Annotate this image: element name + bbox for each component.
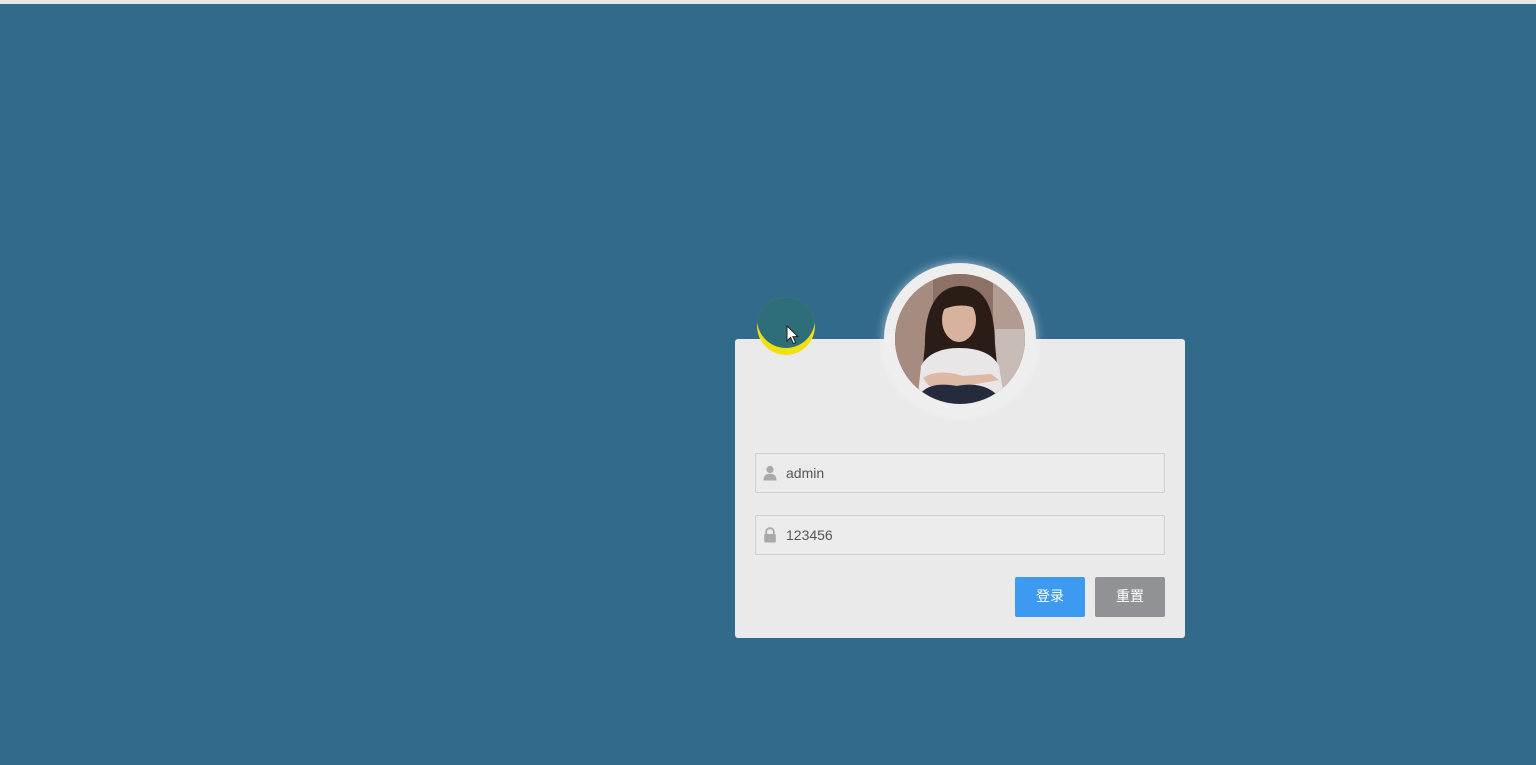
lock-icon — [764, 527, 776, 543]
username-input[interactable] — [786, 454, 1156, 492]
username-field — [755, 453, 1165, 493]
reset-button[interactable]: 重置 — [1095, 577, 1165, 617]
avatar — [895, 274, 1025, 404]
avatar-photo — [895, 274, 1025, 404]
mouse-cursor-icon — [786, 325, 800, 345]
user-icon — [763, 465, 777, 481]
password-input[interactable] — [786, 516, 1156, 554]
password-field — [755, 515, 1165, 555]
login-button[interactable]: 登录 — [1015, 577, 1085, 617]
top-strip — [0, 0, 1536, 4]
avatar-frame — [884, 263, 1036, 415]
